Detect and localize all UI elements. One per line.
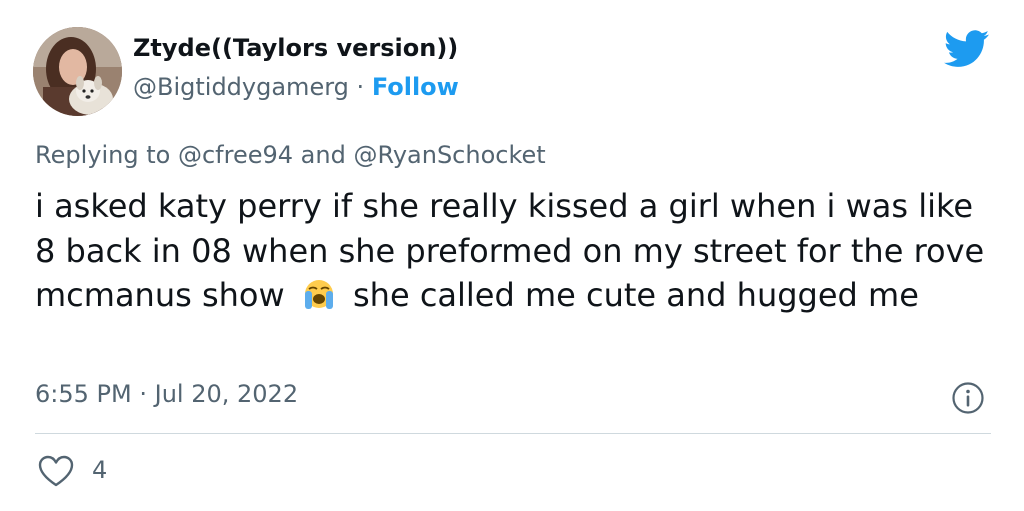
reply-prefix: Replying to [35,141,171,169]
display-name[interactable]: Ztyde((Taylors version)) [133,34,458,62]
avatar-image [33,27,122,116]
twitter-bird-icon[interactable] [944,30,990,68]
tweet-text: i asked katy perry if she really kissed … [35,184,995,318]
tweet-text-part2: she called me cute and hugged me [353,276,919,314]
mention-link-cfree94[interactable]: @cfree94 [178,141,293,169]
replying-to: Replying to @cfree94 and @RyanSchocket [35,141,546,169]
divider [35,433,991,434]
handle-row: @Bigtiddygamerg · Follow [133,73,459,101]
user-handle[interactable]: @Bigtiddygamerg [133,73,349,101]
follow-button[interactable]: Follow [372,73,459,101]
mention-link-ryanschocket[interactable]: @RyanSchocket [353,141,545,169]
info-icon[interactable] [950,380,986,416]
reply-and: and [300,141,346,169]
heart-icon[interactable] [38,455,74,488]
tweet-card: Ztyde((Taylors version)) @Bigtiddygamerg… [0,0,1024,511]
timestamp[interactable]: 6:55 PM · Jul 20, 2022 [35,380,298,408]
tweet-date: Jul 20, 2022 [154,380,299,408]
separator: · [356,73,365,101]
tweet-time: 6:55 PM [35,380,132,408]
timestamp-separator: · [139,380,147,408]
avatar[interactable] [33,27,122,116]
loudly-crying-face-emoji [304,280,333,309]
like-count: 4 [92,456,108,484]
